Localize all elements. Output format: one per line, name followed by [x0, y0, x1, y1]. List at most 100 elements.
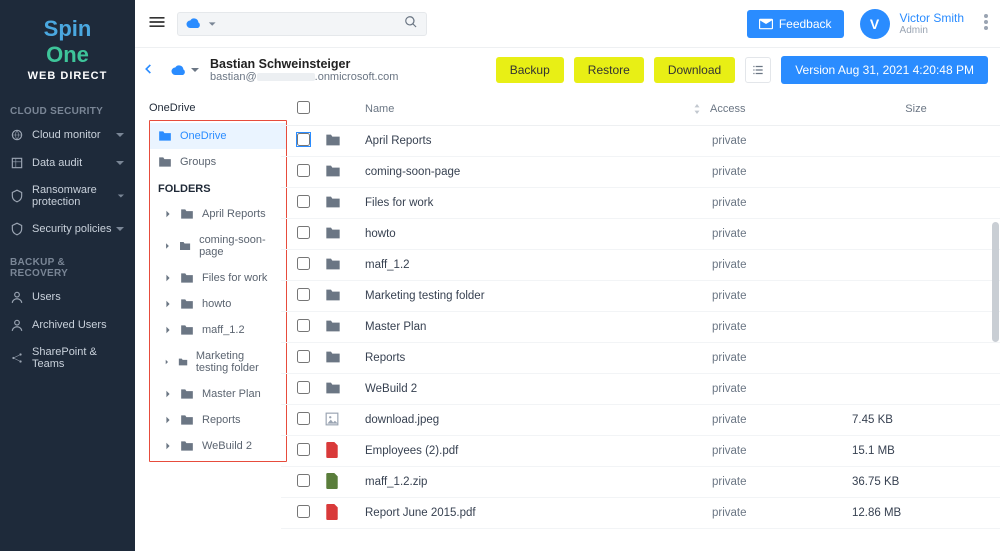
- file-type-icon: [321, 504, 361, 523]
- file-name: Report June 2015.pdf: [361, 507, 708, 519]
- tree-folder-item[interactable]: Files for work: [156, 265, 286, 291]
- row-checkbox[interactable]: [297, 474, 310, 487]
- file-access: private: [708, 414, 848, 426]
- backup-button[interactable]: Backup: [496, 57, 564, 83]
- nav-item[interactable]: Security policies: [0, 215, 135, 243]
- sidebar: SpinOne WEB DIRECT CLOUD SECURITY Cloud …: [0, 0, 135, 551]
- row-checkbox[interactable]: [297, 164, 310, 177]
- service-selector[interactable]: [177, 12, 427, 36]
- cloud-icon: [186, 17, 202, 31]
- tree-folder-item[interactable]: maff_1.2: [156, 317, 286, 343]
- back-button[interactable]: [135, 62, 161, 79]
- file-type-icon: [321, 133, 361, 150]
- file-type-icon: [321, 473, 361, 492]
- context-user-email: bastian@.onmicrosoft.com: [210, 71, 398, 83]
- file-access: private: [708, 476, 848, 488]
- col-access[interactable]: Access: [706, 103, 846, 115]
- col-name[interactable]: Name: [365, 103, 394, 115]
- table-row[interactable]: Marketing testing folderprivate: [281, 281, 1000, 312]
- row-checkbox[interactable]: [297, 257, 310, 270]
- table-row[interactable]: Files for workprivate: [281, 188, 1000, 219]
- row-checkbox[interactable]: [297, 288, 310, 301]
- tree-folder-item[interactable]: WeBuild 2: [156, 433, 286, 459]
- nav-item[interactable]: Ransomware protection: [0, 177, 135, 215]
- chevron-down-icon: [208, 19, 216, 29]
- table-header: Name Access Size: [281, 92, 1000, 126]
- file-name: April Reports: [361, 135, 708, 147]
- tree-item-onedrive[interactable]: OneDrive: [150, 123, 286, 149]
- table-row[interactable]: coming-soon-pageprivate: [281, 157, 1000, 188]
- table-row[interactable]: howtoprivate: [281, 219, 1000, 250]
- tree-folder-item[interactable]: coming-soon-page: [156, 227, 286, 265]
- table-row[interactable]: WeBuild 2private: [281, 374, 1000, 405]
- file-table: Name Access Size April Reportsprivatecom…: [281, 92, 1000, 551]
- search-icon[interactable]: [404, 15, 418, 32]
- file-type-icon: [321, 381, 361, 398]
- file-name: Files for work: [361, 197, 708, 209]
- sort-icon[interactable]: [692, 104, 702, 114]
- table-row[interactable]: download.jpegprivate7.45 KB: [281, 405, 1000, 436]
- nav-item[interactable]: Archived Users: [0, 311, 135, 339]
- file-access: private: [708, 259, 848, 271]
- download-button[interactable]: Download: [654, 57, 735, 83]
- user-role: Admin: [900, 25, 964, 36]
- search-input[interactable]: [222, 17, 418, 31]
- row-checkbox[interactable]: [297, 412, 310, 425]
- tree-section-folders: FOLDERS: [150, 175, 286, 201]
- table-row[interactable]: Employees (2).pdfprivate15.1 MB: [281, 436, 1000, 467]
- file-type-icon: [321, 411, 361, 430]
- tree-folder-item[interactable]: Master Plan: [156, 381, 286, 407]
- file-name: Marketing testing folder: [361, 290, 708, 302]
- row-checkbox[interactable]: [297, 381, 310, 394]
- tree-folder-item[interactable]: Reports: [156, 407, 286, 433]
- nav-section-backup-recovery: BACKUP & RECOVERY: [0, 243, 135, 283]
- tree-folder-item[interactable]: April Reports: [156, 201, 286, 227]
- table-row[interactable]: April Reportsprivate: [281, 126, 1000, 157]
- file-access: private: [708, 290, 848, 302]
- row-checkbox[interactable]: [297, 319, 310, 332]
- nav-item[interactable]: Data audit: [0, 149, 135, 177]
- version-badge[interactable]: Version Aug 31, 2021 4:20:48 PM: [781, 56, 988, 84]
- more-button[interactable]: [984, 14, 988, 33]
- table-row[interactable]: Master Planprivate: [281, 312, 1000, 343]
- file-name: WeBuild 2: [361, 383, 708, 395]
- nav-item[interactable]: SharePoint & Teams: [0, 339, 135, 377]
- row-checkbox[interactable]: [297, 226, 310, 239]
- row-checkbox[interactable]: [297, 443, 310, 456]
- row-checkbox[interactable]: [297, 195, 310, 208]
- file-name: Employees (2).pdf: [361, 445, 708, 457]
- file-name: Reports: [361, 352, 708, 364]
- table-row[interactable]: Report June 2015.pdfprivate12.86 MB: [281, 498, 1000, 529]
- menu-toggle-button[interactable]: [147, 12, 167, 35]
- nav-item[interactable]: Cloud monitor: [0, 121, 135, 149]
- file-access: private: [708, 228, 848, 240]
- user-menu[interactable]: V Victor Smith Admin: [860, 9, 964, 39]
- restore-button[interactable]: Restore: [574, 57, 644, 83]
- select-all-checkbox[interactable]: [297, 101, 310, 114]
- table-row[interactable]: maff_1.2.zipprivate36.75 KB: [281, 467, 1000, 498]
- row-checkbox[interactable]: [297, 350, 310, 363]
- logo: SpinOne WEB DIRECT: [0, 0, 135, 92]
- nav-section-cloud-security: CLOUD SECURITY: [0, 92, 135, 121]
- view-toggle-button[interactable]: [745, 57, 771, 83]
- row-checkbox[interactable]: [297, 133, 310, 146]
- feedback-button[interactable]: Feedback: [747, 10, 844, 38]
- row-checkbox[interactable]: [297, 505, 310, 518]
- context-user-name: Bastian Schweinsteiger: [210, 57, 398, 71]
- nav-item[interactable]: Users: [0, 283, 135, 311]
- scrollbar-thumb[interactable]: [992, 222, 999, 342]
- file-type-icon: [321, 164, 361, 181]
- file-type-icon: [321, 350, 361, 367]
- file-size: 7.45 KB: [848, 414, 988, 426]
- avatar: V: [860, 9, 890, 39]
- file-name: coming-soon-page: [361, 166, 708, 178]
- table-row[interactable]: maff_1.2private: [281, 250, 1000, 281]
- tree-item-groups[interactable]: Groups: [150, 149, 286, 175]
- tree-folder-item[interactable]: Marketing testing folder: [156, 343, 286, 381]
- file-name: Master Plan: [361, 321, 708, 333]
- col-size[interactable]: Size: [846, 103, 986, 115]
- file-size: 36.75 KB: [848, 476, 988, 488]
- tree-folder-item[interactable]: howto: [156, 291, 286, 317]
- service-dropdown[interactable]: [171, 65, 200, 75]
- table-row[interactable]: Reportsprivate: [281, 343, 1000, 374]
